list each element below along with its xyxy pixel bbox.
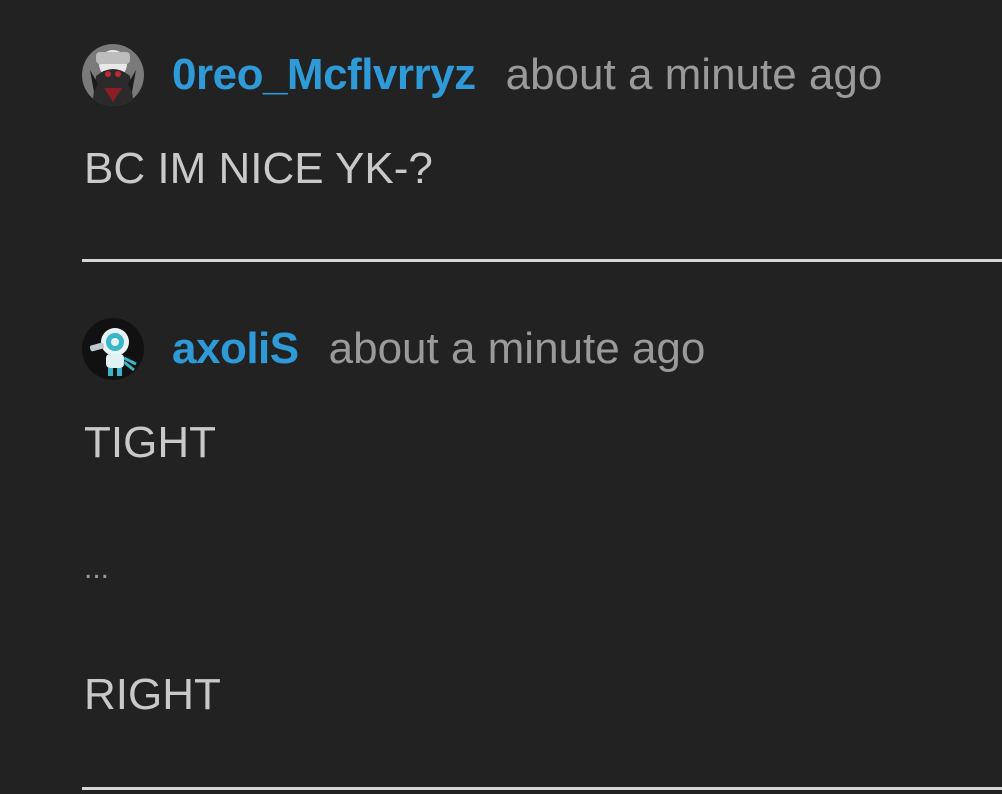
- username-link[interactable]: axoliS: [172, 324, 299, 374]
- comment-text: RIGHT: [84, 670, 221, 719]
- comment-text: BC IM NICE YK-?: [84, 144, 433, 193]
- comment-timestamp: about a minute ago: [505, 50, 883, 99]
- comment-item: axoliS about a minute ago TIGHT ... RIGH…: [82, 318, 1002, 719]
- comment-item: 0reo_Mcflvrryz about a minute ago BC IM …: [82, 44, 1002, 193]
- comment-text: ...: [84, 552, 110, 585]
- user-avatar-icon[interactable]: [82, 44, 144, 106]
- username-link[interactable]: 0reo_Mcflvrryz: [172, 50, 476, 100]
- comment-divider: [82, 259, 1002, 262]
- comment-divider: [82, 787, 1002, 790]
- comment-header: 0reo_Mcflvrryz about a minute ago: [82, 44, 1002, 106]
- comment-feed: 0reo_Mcflvrryz about a minute ago BC IM …: [0, 0, 1002, 794]
- comment-header: axoliS about a minute ago: [82, 318, 1002, 380]
- comment-timestamp: about a minute ago: [328, 324, 706, 373]
- user-avatar-icon[interactable]: [82, 318, 144, 380]
- comment-text: TIGHT: [84, 418, 216, 467]
